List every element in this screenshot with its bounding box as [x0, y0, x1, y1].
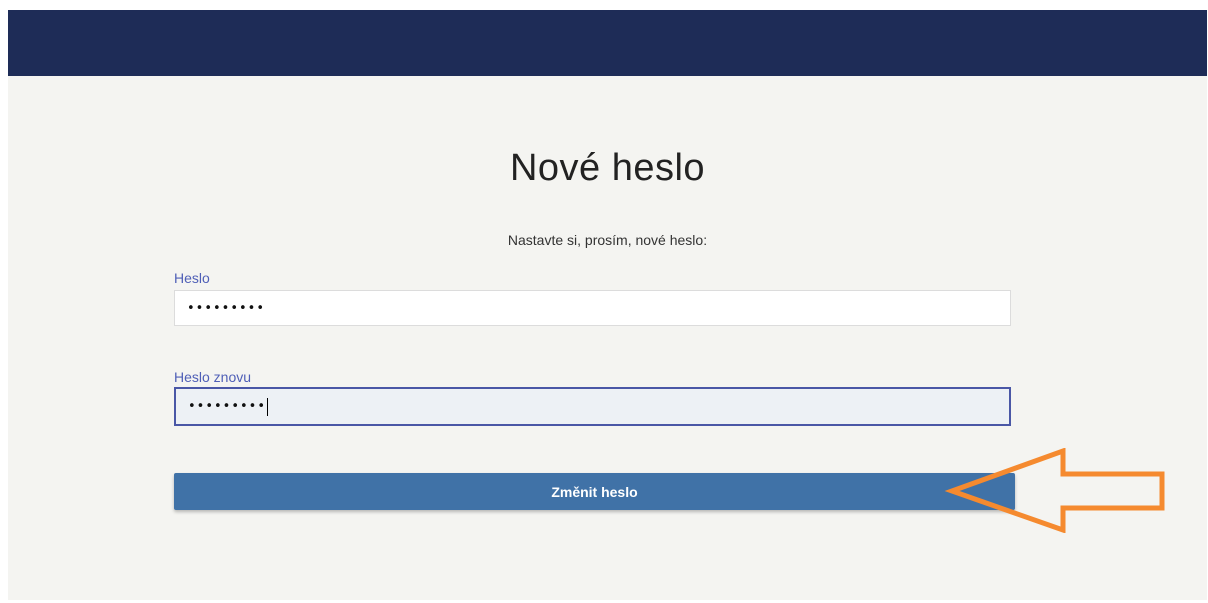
password-repeat-label: Heslo znovu	[174, 369, 252, 385]
header-bar	[8, 10, 1207, 76]
password-value: •••••••••	[187, 300, 266, 316]
password-repeat-value: •••••••••	[188, 399, 267, 414]
change-password-button[interactable]: Změnit heslo	[174, 473, 1015, 510]
password-input[interactable]: •••••••••	[174, 290, 1011, 326]
page-title: Nové heslo	[509, 147, 706, 189]
page-subtitle: Nastavte si, prosím, nové heslo:	[507, 232, 708, 248]
orange-arrow-left-icon	[944, 448, 1165, 533]
text-caret	[267, 397, 269, 416]
password-repeat-input[interactable]: •••••••••	[174, 387, 1011, 426]
password-label: Heslo	[174, 270, 210, 286]
